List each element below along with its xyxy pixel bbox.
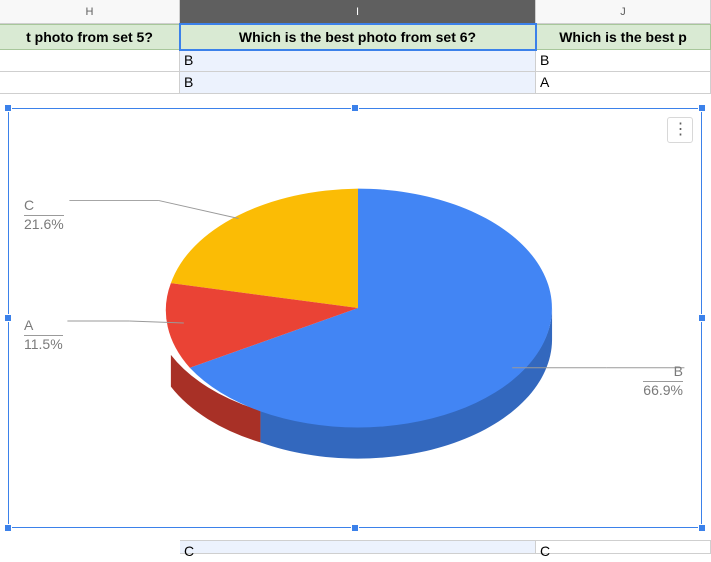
slice-label-B: B 66.9%: [643, 363, 683, 399]
column-header-J[interactable]: J: [536, 0, 711, 23]
cell[interactable]: B: [536, 50, 711, 72]
pie-chart-container[interactable]: C 21.6% A 11.5% B 66.9%: [8, 108, 702, 528]
pie-chart: [9, 109, 701, 527]
label-pct: 21.6%: [24, 216, 64, 233]
cell[interactable]: C: [536, 540, 711, 554]
column-header-H[interactable]: H: [0, 0, 180, 23]
label-name: C: [24, 197, 64, 216]
data-row: B B: [0, 50, 711, 72]
data-row: C C: [180, 540, 711, 554]
label-name: B: [643, 363, 683, 382]
cell[interactable]: B: [180, 72, 536, 94]
header-cell-set6[interactable]: Which is the best photo from set 6?: [180, 24, 536, 50]
cell[interactable]: [0, 72, 180, 94]
label-pct: 11.5%: [24, 336, 63, 353]
slice-label-A: A 11.5%: [24, 317, 63, 353]
header-question-row: t photo from set 5? Which is the best ph…: [0, 24, 711, 50]
data-row: B A: [0, 72, 711, 94]
slice-label-C: C 21.6%: [24, 197, 64, 233]
cell[interactable]: C: [180, 540, 536, 554]
header-cell-set7[interactable]: Which is the best p: [536, 24, 711, 50]
label-pct: 66.9%: [643, 382, 683, 399]
leader-line-C: [159, 201, 239, 219]
label-name: A: [24, 317, 63, 336]
header-cell-set5[interactable]: t photo from set 5?: [0, 24, 180, 50]
cell[interactable]: A: [536, 72, 711, 94]
cell[interactable]: [0, 50, 180, 72]
column-header-row: H I J: [0, 0, 711, 24]
column-header-I[interactable]: I: [180, 0, 536, 23]
cell[interactable]: B: [180, 50, 536, 72]
